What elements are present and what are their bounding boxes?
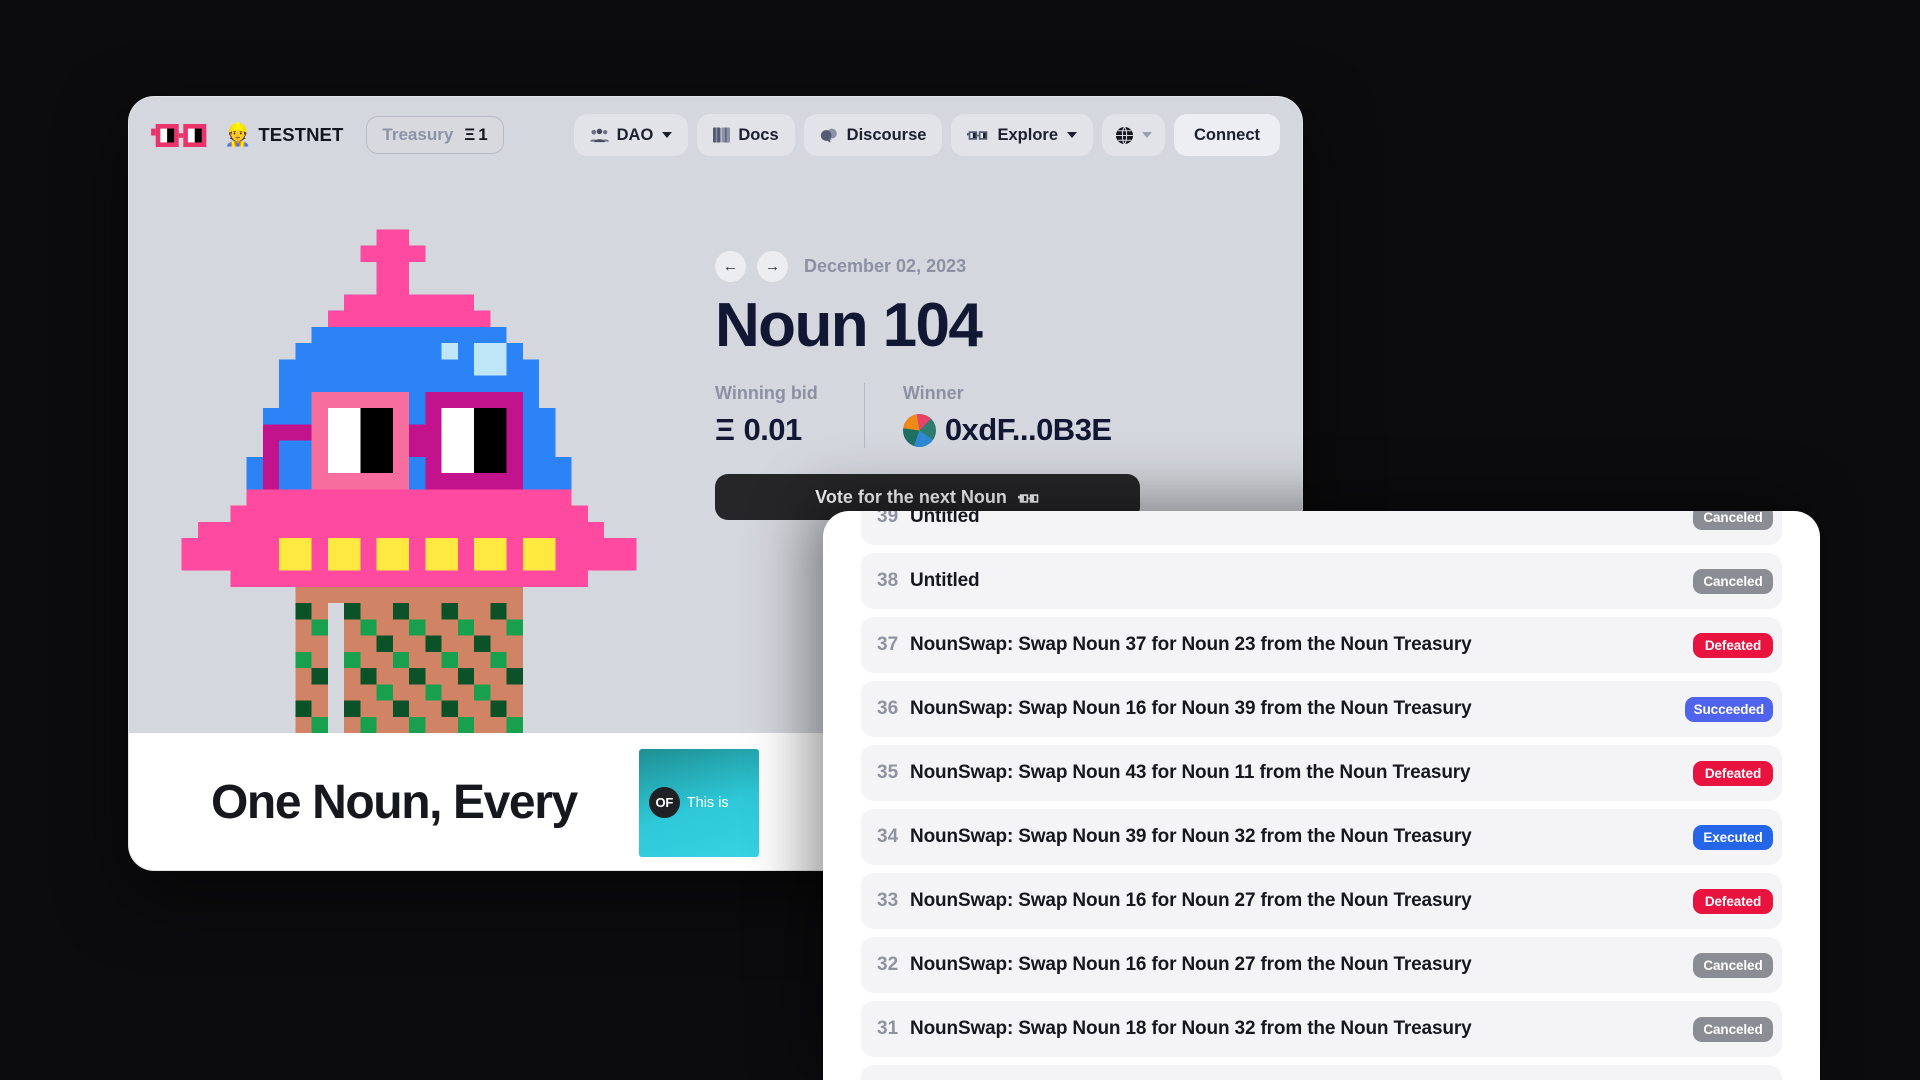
status-badge: Canceled (1693, 1016, 1773, 1042)
nav-button-docs[interactable]: Docs (697, 114, 795, 156)
winning-bid-stat: Winning bid Ξ 0.01 (715, 383, 864, 448)
winner-address[interactable]: 0xdF...0B3E (945, 412, 1112, 448)
eth-symbol-icon: Ξ (715, 412, 735, 448)
table-row[interactable]: 39 Untitled Canceled (861, 511, 1782, 545)
proposal-id: 35 (877, 762, 899, 783)
proposal-id: 36 (877, 698, 899, 719)
treasury-value: Ξ1 (464, 125, 487, 145)
table-row[interactable]: 31 NounSwap: Swap Noun 18 for Noun 32 fr… (861, 1001, 1782, 1057)
chat-bubbles-icon (820, 127, 839, 143)
table-row[interactable]: 30 (861, 1065, 1782, 1080)
table-row[interactable]: 33 NounSwap: Swap Noun 16 for Noun 27 fr… (861, 873, 1782, 929)
proposal-title: NounSwap: Swap Noun 39 for Noun 32 from … (910, 826, 1472, 847)
winner-value: 0xdF...0B3E (902, 412, 1112, 448)
proposal-id: 37 (877, 634, 899, 655)
proposal-id: 32 (877, 954, 899, 975)
hero-headline: One Noun, Every (211, 776, 578, 829)
network-label: TESTNET (258, 124, 344, 145)
date-navigation: ← → December 02, 2023 (715, 251, 1302, 282)
status-badge: Defeated (1693, 760, 1773, 786)
treasury-amount: 1 (478, 125, 488, 144)
winner-stat: Winner 0xdF...0B3E (863, 383, 1158, 449)
winning-bid-value: Ξ 0.01 (715, 412, 818, 448)
nav-button-discourse-label: Discourse (846, 125, 927, 144)
video-caption: This is (686, 794, 729, 811)
table-row[interactable]: 32 NounSwap: Swap Noun 16 for Noun 27 fr… (861, 937, 1782, 993)
proposal-id: 31 (877, 1018, 899, 1039)
winner-label: Winner (902, 383, 964, 404)
status-badge: Canceled (1693, 952, 1773, 978)
avatar (902, 413, 936, 447)
nav-right-group: DAO Docs Discourse Explore Connect (573, 114, 1280, 156)
treasury-label: Treasury (382, 125, 454, 144)
nouns-glasses-icon (967, 130, 989, 140)
status-badge: Canceled (1693, 511, 1773, 530)
top-navigation-bar: 👷 TESTNET Treasury Ξ1 DAO Docs Discourse… (129, 97, 1302, 173)
proposal-title: NounSwap: Swap Noun 16 for Noun 27 from … (910, 890, 1472, 911)
book-icon (713, 127, 731, 143)
winning-bid-amount: 0.01 (743, 412, 802, 448)
nav-button-docs-label: Docs (738, 125, 779, 144)
chevron-down-icon (1142, 132, 1152, 138)
proposal-list: 39 Untitled Canceled 38 Untitled Cancele… (823, 511, 1820, 1080)
table-row[interactable]: 34 NounSwap: Swap Noun 39 for Noun 32 fr… (861, 809, 1782, 865)
proposal-id: 34 (877, 826, 899, 847)
connect-label: Connect (1194, 125, 1260, 144)
table-row[interactable]: 36 NounSwap: Swap Noun 16 for Noun 39 fr… (861, 681, 1782, 737)
proposal-title: NounSwap: Swap Noun 16 for Noun 39 from … (910, 698, 1472, 719)
proposal-title: Untitled (910, 511, 980, 527)
eth-symbol-icon: Ξ (464, 125, 476, 144)
proposal-title: Untitled (910, 570, 980, 591)
arrow-left-icon[interactable]: ← (715, 251, 746, 282)
page-title: Noun 104 (715, 291, 983, 360)
nav-left-group: 👷 TESTNET Treasury Ξ1 (151, 116, 504, 154)
globe-icon (1115, 126, 1134, 145)
nav-button-explore[interactable]: Explore (951, 114, 1093, 156)
nav-button-explore-label: Explore (997, 125, 1058, 144)
of-logo-icon: OF (648, 787, 680, 818)
status-badge: Succeeded (1684, 696, 1773, 722)
construction-worker-icon: 👷 (224, 122, 252, 147)
vote-button-label: Vote for the next Noun (815, 486, 1007, 507)
proposal-title: NounSwap: Swap Noun 43 for Noun 11 from … (910, 762, 1471, 783)
status-badge: Canceled (1693, 568, 1773, 594)
proposal-id: 39 (877, 511, 899, 527)
proposal-title: NounSwap: Swap Noun 18 for Noun 32 from … (910, 1018, 1472, 1039)
nav-button-discourse[interactable]: Discourse (803, 114, 943, 156)
status-badge: Defeated (1693, 632, 1773, 658)
table-row[interactable]: 35 NounSwap: Swap Noun 43 for Noun 11 fr… (861, 745, 1782, 801)
nouns-glasses-icon (1017, 487, 1040, 508)
table-row[interactable]: 37 NounSwap: Swap Noun 37 for Noun 23 fr… (861, 617, 1782, 673)
auction-date: December 02, 2023 (804, 256, 967, 276)
proposals-window: 39 Untitled Canceled 38 Untitled Cancele… (823, 511, 1820, 1080)
chevron-down-icon (662, 132, 673, 138)
winning-bid-label: Winning bid (715, 383, 818, 404)
status-badge: Executed (1693, 824, 1773, 850)
treasury-pill[interactable]: Treasury Ξ1 (366, 116, 504, 154)
auction-stats: Winning bid Ξ 0.01 Winner 0xdF...0B3E (715, 383, 1302, 449)
nav-button-dao-label: DAO (616, 125, 654, 144)
screenshot-stage: 👷 TESTNET Treasury Ξ1 DAO Docs Discourse… (0, 0, 1920, 1080)
proposal-title: NounSwap: Swap Noun 16 for Noun 27 from … (910, 954, 1472, 975)
proposal-id: 38 (877, 570, 899, 591)
proposal-title: NounSwap: Swap Noun 37 for Noun 23 from … (910, 634, 1472, 655)
arrow-right-icon[interactable]: → (757, 251, 788, 282)
noun-artwork (129, 173, 689, 733)
nav-button-dao[interactable]: DAO (573, 114, 689, 156)
connect-wallet-button[interactable]: Connect (1174, 114, 1280, 156)
people-group-icon (589, 128, 609, 143)
status-badge: Defeated (1693, 888, 1773, 914)
network-badge: 👷 TESTNET (224, 124, 343, 146)
chevron-down-icon (1067, 132, 1077, 138)
table-row[interactable]: 38 Untitled Canceled (861, 553, 1782, 609)
language-selector[interactable] (1102, 114, 1165, 156)
proposal-id: 33 (877, 890, 899, 911)
nouns-glasses-icon[interactable] (151, 123, 211, 147)
video-card[interactable]: OF This is (638, 748, 759, 857)
